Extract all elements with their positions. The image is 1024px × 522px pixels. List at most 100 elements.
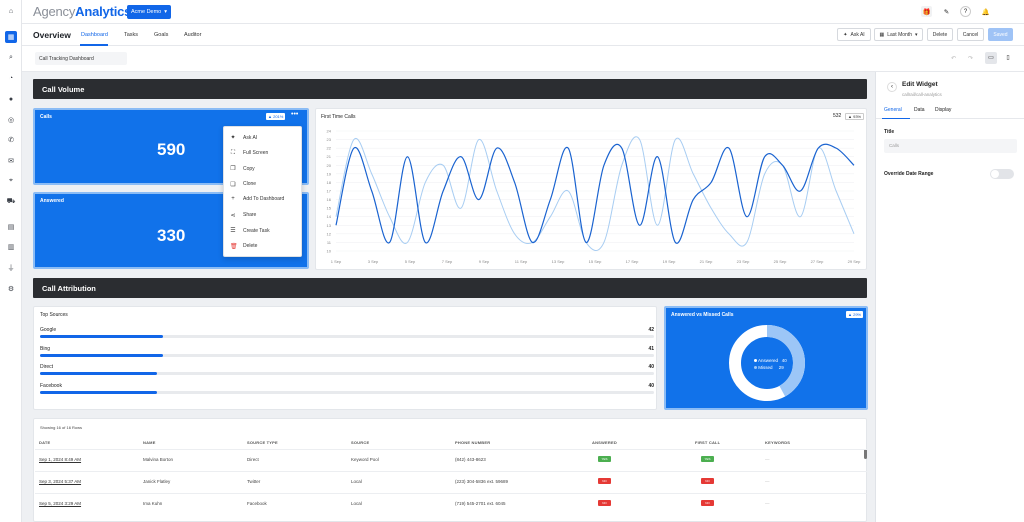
- source-name: Google: [40, 327, 57, 333]
- undo-icon[interactable]: ↶: [951, 55, 956, 62]
- legend-dot-missed: [754, 366, 757, 369]
- calendar-icon: ▦: [879, 31, 885, 38]
- source-bar-track: [40, 390, 654, 394]
- panel-tab-display[interactable]: Display: [935, 107, 951, 113]
- cell-source: Local: [351, 479, 362, 484]
- column-header-name[interactable]: NAME: [143, 440, 156, 445]
- back-arrow-icon[interactable]: ‹: [887, 82, 897, 92]
- override-date-label: Override Date Range: [884, 171, 934, 177]
- column-header-first-call[interactable]: FIRST CALL: [695, 440, 720, 445]
- cell-source: Keyword Pool: [351, 457, 379, 462]
- menu-item-add-to-dashboard[interactable]: + Add To Dashboard: [230, 196, 284, 202]
- trash-icon: 🗑: [230, 243, 238, 250]
- tab-tasks[interactable]: Tasks: [124, 32, 138, 38]
- home-icon[interactable]: ⌂: [5, 5, 17, 17]
- menu-item-create-task[interactable]: ☰ Create Task: [230, 227, 269, 235]
- column-header-source[interactable]: SOURCE: [351, 440, 369, 445]
- answered-vs-missed-widget[interactable]: Answered vs Missed Calls ▲ 29% Answered …: [664, 306, 868, 410]
- calls-label: Calls: [40, 114, 52, 120]
- y-tick-label: 18: [327, 180, 332, 185]
- menu-item-label: Full Screen: [243, 150, 269, 156]
- calls-table-widget[interactable]: Showing 16 of 16 Rows: [33, 418, 867, 522]
- menu-item-share[interactable]: ⋖ Share: [230, 212, 256, 219]
- chat-icon[interactable]: ●: [5, 93, 17, 105]
- mobile-view-icon[interactable]: ▯: [1002, 52, 1014, 64]
- legend-dot-answered: [754, 359, 757, 362]
- clone-icon: ❏: [230, 181, 236, 188]
- desktop-view-icon[interactable]: ▭: [985, 52, 997, 64]
- page-title: Overview: [33, 30, 71, 40]
- line-chart: 10 11 12 13 14 15 16 17 18 19 20 21 22 23 24 1 Sep 3 Sep…: [327, 129, 862, 265]
- panel-tab-general[interactable]: General: [884, 107, 902, 113]
- title-input[interactable]: Calls: [884, 139, 1017, 153]
- cancel-button[interactable]: Cancel: [957, 28, 984, 41]
- dashboard-bar: Call Tracking Dashboard ↶ ↷ ▭ ▯: [22, 46, 1024, 72]
- donut-legend: Answered 40 Missed 29: [754, 357, 787, 371]
- redo-icon[interactable]: ↷: [968, 55, 973, 62]
- search-icon[interactable]: ⌕: [5, 52, 17, 64]
- dashboard-icon[interactable]: ▦: [5, 31, 17, 43]
- delete-button[interactable]: Delete: [927, 28, 953, 41]
- menu-item-label: Share: [243, 212, 257, 218]
- menu-item-clone[interactable]: ❏ Clone: [230, 181, 256, 188]
- first-time-calls-widget[interactable]: First Time Calls 532 ▲ 93% 10 11 12 13 14 15 1…: [315, 108, 867, 270]
- panel-title: Edit Widget: [902, 81, 938, 88]
- target-icon[interactable]: ◎: [5, 114, 17, 126]
- x-tick-label: 13 Sep: [552, 259, 565, 264]
- cell-date[interactable]: Sep 1, 2024 8:49 AM: [39, 457, 81, 462]
- panel-tab-data[interactable]: Data: [914, 107, 925, 113]
- saved-button[interactable]: Saved: [988, 28, 1013, 41]
- column-header-phone-number[interactable]: PHONE NUMBER: [455, 440, 490, 445]
- menu-item-delete[interactable]: 🗑 Delete: [230, 243, 257, 250]
- client-selector[interactable]: Acme Demo ▾: [127, 5, 171, 19]
- y-tick-label: 16: [327, 197, 332, 202]
- dashboard-name-input[interactable]: Call Tracking Dashboard: [35, 52, 127, 65]
- tab-dashboard[interactable]: Dashboard: [81, 32, 108, 38]
- more-options-icon[interactable]: •••: [291, 111, 298, 118]
- sub-header: Overview Dashboard Tasks Goals Auditor ✦…: [22, 24, 1024, 46]
- menu-item-full-screen[interactable]: ⛶ Full Screen: [230, 150, 268, 157]
- date-range-button[interactable]: ▦ Last Month ▾: [874, 28, 923, 41]
- column-header-source-type[interactable]: SOURCE TYPE: [247, 440, 278, 445]
- cart-icon[interactable]: ⛟: [5, 195, 17, 207]
- mail-icon[interactable]: ✉: [5, 155, 17, 167]
- source-name: Facebook: [40, 382, 62, 389]
- menu-item-copy[interactable]: ❐ Copy: [230, 165, 254, 173]
- y-tick-label: 12: [327, 231, 332, 236]
- top-sources-widget[interactable]: Top Sources Google 42 Bing 41 Direct 40 Facebo…: [33, 306, 657, 410]
- gift-icon[interactable]: 🎁: [921, 6, 932, 17]
- tab-auditor[interactable]: Auditor: [184, 32, 201, 38]
- override-date-toggle[interactable]: [990, 169, 1014, 179]
- table-scrollbar[interactable]: [864, 449, 867, 459]
- column-header-date[interactable]: DATE: [39, 440, 50, 445]
- ask-ai-button[interactable]: ✦ Ask AI: [837, 28, 871, 41]
- phone-icon[interactable]: ✆: [5, 134, 17, 146]
- cell-date[interactable]: Sep 5, 2024 3:29 AM: [39, 501, 81, 506]
- y-tick-label: 23: [327, 137, 332, 142]
- cell-date[interactable]: Sep 3, 2024 5:37 AM: [39, 479, 81, 484]
- location-icon[interactable]: ⌖: [5, 175, 17, 187]
- bell-icon[interactable]: 🔔: [980, 6, 991, 17]
- x-tick-label: 25 Sep: [774, 259, 787, 264]
- menu-item-ask-ai[interactable]: ✦ Ask AI: [230, 134, 257, 142]
- chart-icon[interactable]: ◔: [5, 72, 17, 84]
- plus-icon: +: [231, 196, 235, 202]
- report-icon[interactable]: ▤: [5, 221, 17, 233]
- x-tick-label: 17 Sep: [626, 259, 639, 264]
- x-tick-label: 7 Sep: [442, 259, 453, 264]
- share-icon: ⋖: [230, 212, 236, 219]
- y-tick-label: 14: [327, 214, 332, 219]
- tab-goals[interactable]: Goals: [154, 32, 168, 38]
- plug-icon[interactable]: ⏚: [5, 262, 17, 274]
- status-badge-answered: NO: [598, 478, 611, 484]
- pin-icon[interactable]: ✎: [941, 6, 952, 17]
- settings-icon[interactable]: ⚙: [5, 283, 17, 295]
- logo[interactable]: AgencyAnalytics: [33, 4, 131, 19]
- clipboard-icon[interactable]: ▥: [5, 241, 17, 253]
- column-header-keywords[interactable]: KEYWORDS: [765, 440, 790, 445]
- x-tick-label: 29 Sep: [848, 259, 861, 264]
- column-header-answered[interactable]: ANSWERED: [592, 440, 617, 445]
- y-tick-label: 21: [327, 154, 332, 159]
- help-icon[interactable]: ?: [960, 6, 971, 17]
- source-bar-track: [40, 372, 654, 375]
